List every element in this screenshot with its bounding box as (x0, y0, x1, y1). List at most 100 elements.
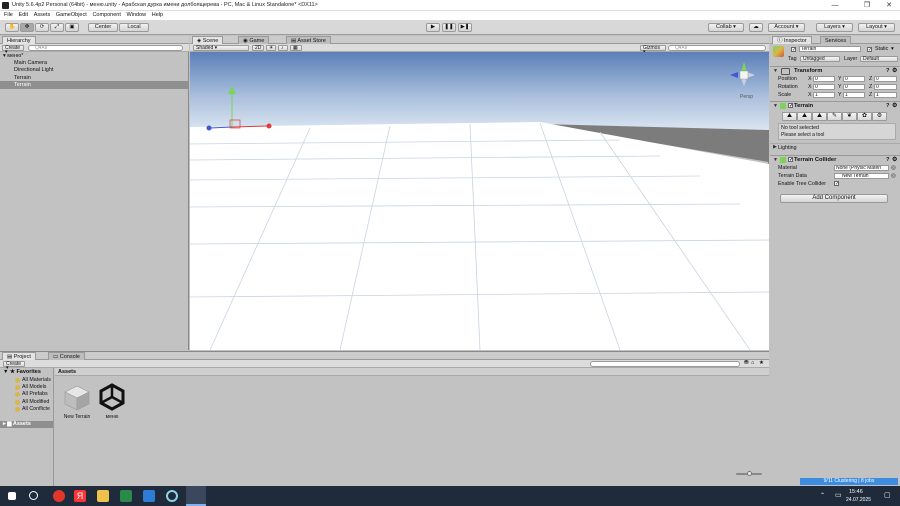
pivot-space-toggle[interactable]: Local (119, 23, 149, 32)
lighting-toggle-icon[interactable]: ☀ (266, 45, 276, 51)
clock-time[interactable]: 15:46 (849, 489, 863, 495)
audio-toggle-icon[interactable]: ♪ (278, 45, 288, 51)
project-search-input[interactable] (590, 361, 740, 367)
tab-inspector[interactable]: ⓘ Inspector (772, 36, 812, 44)
transform-header[interactable]: ▼ Transform ? ⚙ (770, 66, 900, 75)
breadcrumb[interactable]: Assets (55, 368, 769, 376)
hand-tool-icon[interactable]: ✋ (5, 23, 19, 32)
object-name-field[interactable]: Terrain (799, 46, 861, 52)
rotate-tool-icon[interactable]: ⟳ (35, 23, 49, 32)
object-picker-icon[interactable]: ◎ (891, 172, 896, 180)
position-y-field[interactable]: 0 (843, 76, 865, 82)
shading-dropdown[interactable]: Shaded ▾ (193, 45, 249, 51)
tag-dropdown[interactable]: Untagged (800, 56, 840, 62)
menu-help[interactable]: Help (152, 11, 163, 20)
layers-dropdown[interactable]: Layers ▾ (816, 23, 853, 32)
component-gear-icon[interactable]: ⚙ (892, 67, 897, 75)
rotation-x-field[interactable]: 0 (813, 84, 835, 90)
tree-collider-checkbox[interactable]: ✓ (834, 181, 839, 187)
tab-asset-store[interactable]: ▤ Asset Store (286, 36, 331, 44)
rect-tool-icon[interactable]: ▣ (65, 23, 79, 32)
maximize-button[interactable]: ❐ (856, 0, 878, 11)
position-x-field[interactable]: 0 (813, 76, 835, 82)
account-dropdown[interactable]: Account ▾ (768, 23, 805, 32)
component-gear-icon[interactable]: ⚙ (892, 102, 897, 110)
object-picker-icon[interactable]: ◎ (891, 164, 896, 172)
terrain-enabled-checkbox[interactable]: ✓ (788, 103, 793, 109)
scale-z-field[interactable]: 1 (874, 92, 897, 98)
store-icon[interactable] (143, 490, 155, 502)
clock-date[interactable]: 24.07.2025 (846, 497, 871, 503)
asset-item[interactable]: New Terrain (62, 382, 92, 422)
active-checkbox[interactable]: ✓ (791, 47, 796, 53)
rotation-z-field[interactable]: 0 (874, 84, 897, 90)
smooth-height-tool-icon[interactable]: ⛰ (812, 111, 827, 121)
tab-scene[interactable]: ◈ Scene (192, 36, 224, 44)
menu-assets[interactable]: Assets (34, 11, 51, 20)
assets-root-folder[interactable]: ▸ ▆ Assets (0, 421, 53, 428)
static-dropdown-arrow-icon[interactable]: ▾ (891, 46, 894, 52)
tab-game[interactable]: ◉ Game (238, 36, 270, 44)
layer-dropdown[interactable]: Default (860, 56, 898, 62)
layout-dropdown[interactable]: Layout ▾ (858, 23, 895, 32)
pivot-center-toggle[interactable]: Center (88, 23, 118, 32)
tab-console[interactable]: ▭ Console (48, 352, 85, 360)
scale-y-field[interactable]: 1 (843, 92, 865, 98)
yandex-icon[interactable]: Я (74, 490, 86, 502)
position-z-field[interactable]: 0 (874, 76, 897, 82)
terrain-component-header[interactable]: ▼ ✓ Terrain ? ⚙ (770, 101, 900, 110)
hierarchy-create-button[interactable]: Create ▾ (2, 45, 24, 55)
raise-terrain-tool-icon[interactable]: ⛰ (782, 111, 797, 121)
menu-component[interactable]: Component (92, 11, 120, 20)
filter-label-icon[interactable]: ⌂ (751, 360, 754, 366)
mode-2d-toggle[interactable]: 2D (252, 45, 264, 51)
icon-size-slider-thumb[interactable] (747, 471, 752, 476)
favorite-item[interactable]: All Modified (14, 399, 49, 406)
media-player-icon[interactable] (120, 490, 132, 502)
unity-taskbar-icon[interactable] (186, 486, 206, 506)
hierarchy-search-input[interactable]: Q▾All (28, 45, 183, 51)
tab-services[interactable]: Services (820, 36, 852, 44)
play-button[interactable]: ▶ (426, 23, 440, 32)
favorite-item[interactable]: All Prefabs (15, 391, 48, 398)
close-button[interactable]: ✕ (878, 0, 900, 11)
favorite-star-icon[interactable]: ★ (759, 360, 764, 366)
asset-item[interactable]: меню (97, 382, 127, 422)
favorite-item[interactable]: All Conflicte (15, 406, 50, 413)
tab-project[interactable]: ▤ Project (2, 352, 36, 360)
gizmos-dropdown[interactable]: Gizmos ▾ (640, 45, 666, 55)
windows-logo-icon[interactable] (8, 492, 16, 500)
tray-up-icon[interactable]: ⌃ (820, 492, 825, 499)
place-trees-tool-icon[interactable]: ❦ (842, 111, 857, 121)
project-create-button[interactable]: Create ▾ (3, 361, 25, 371)
terrain-data-field[interactable]: New Terrain (834, 173, 889, 179)
scene-search-input[interactable]: Q▾All (668, 45, 766, 51)
paint-texture-tool-icon[interactable]: ✎ (827, 111, 842, 121)
hierarchy-item-selected[interactable]: Terrain (0, 81, 189, 89)
add-component-button[interactable]: Add Component (780, 194, 888, 203)
filter-type-icon[interactable]: ⛃ (744, 360, 749, 366)
refresh-app-icon[interactable] (166, 490, 178, 502)
rotation-y-field[interactable]: 0 (843, 84, 865, 90)
search-icon[interactable] (29, 491, 38, 500)
menu-edit[interactable]: Edit (19, 11, 28, 20)
component-help-icon[interactable]: ? (886, 102, 890, 110)
move-tool-icon[interactable]: ✥ (20, 23, 34, 32)
network-icon[interactable]: ▭ (835, 491, 842, 499)
minimize-button[interactable]: — (824, 0, 846, 11)
component-help-icon[interactable]: ? (886, 156, 890, 164)
material-field[interactable]: None (Physic Materi (834, 165, 889, 171)
paint-height-tool-icon[interactable]: ⛰ (797, 111, 812, 121)
menu-gameobject[interactable]: GameObject (56, 11, 87, 20)
yandex-browser-icon[interactable] (53, 490, 65, 502)
pause-button[interactable]: ❚❚ (442, 23, 456, 32)
file-explorer-icon[interactable] (97, 490, 109, 502)
static-checkbox[interactable]: ✓ (867, 47, 872, 53)
step-button[interactable]: ▶❚ (458, 23, 472, 32)
terrain-settings-tool-icon[interactable]: ⚙ (872, 111, 887, 121)
lighting-foldout[interactable]: ▶ Lighting (770, 143, 900, 151)
notifications-icon[interactable]: ▢ (884, 491, 891, 499)
effects-toggle-icon[interactable]: ▦ (290, 45, 302, 51)
hierarchy-item[interactable]: Directional Light (0, 66, 189, 74)
menu-window[interactable]: Window (127, 11, 147, 20)
